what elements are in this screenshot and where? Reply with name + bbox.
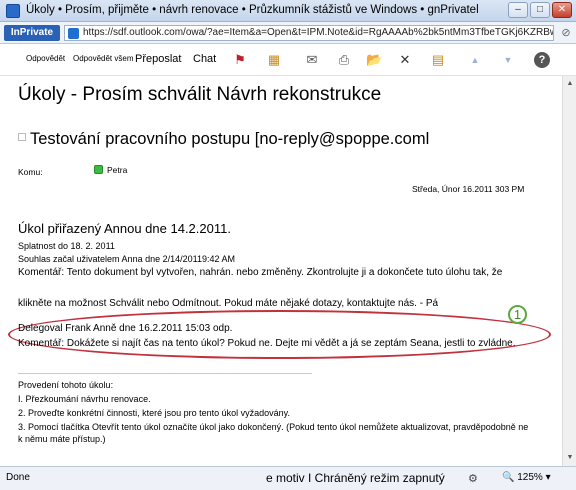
vertical-scrollbar[interactable]: ▲ ▼: [562, 76, 576, 466]
chat-button[interactable]: Chat: [193, 53, 216, 65]
message-pane: Úkoly - Prosím schválit Návrh rekonstruk…: [0, 76, 562, 466]
folder-icon[interactable]: 📂: [366, 52, 382, 68]
reply-all-button[interactable]: Odpovědět všem: [73, 54, 133, 63]
minimize-button[interactable]: –: [508, 2, 528, 18]
delete-icon[interactable]: ✕: [397, 52, 413, 68]
site-favicon-icon: [68, 28, 79, 39]
recipient[interactable]: Petra: [94, 165, 127, 175]
url-field[interactable]: https://sdf.outlook.com/owa/?ae=Item&a=O…: [64, 25, 554, 41]
presence-icon: [94, 165, 103, 174]
callout-badge: 1: [508, 305, 527, 324]
move-icon[interactable]: ✉: [304, 52, 320, 68]
zoom-control[interactable]: 🔍 125% ▾: [502, 472, 551, 483]
to-label: Komu:: [18, 167, 43, 177]
url-text[interactable]: https://sdf.outlook.com/owa/?ae=Item&a=O…: [83, 27, 553, 38]
print-icon[interactable]: ⎙: [336, 52, 352, 68]
window-titlebar: Úkoly • Prosím, přijměte • návrh renovac…: [0, 0, 576, 22]
mail-toolbar: Odpovědět Odpovědět všem Přeposlat Chat …: [0, 44, 576, 76]
next-item-icon[interactable]: ▼: [500, 52, 516, 68]
comment-second: Komentář: Dokážete si najít čas na tento…: [18, 338, 516, 349]
due-date: Splatnost do 18. 2. 2011: [18, 241, 115, 251]
close-button[interactable]: ✕: [552, 2, 572, 18]
task-heading: Úkol přiřazený Annou dne 14.2.2011.: [18, 221, 231, 236]
address-bar: InPrivate https://sdf.outlook.com/owa/?a…: [0, 22, 576, 44]
step-3-continued: k němu máte přístup.): [18, 434, 106, 444]
status-text: Done: [6, 472, 30, 483]
maximize-button[interactable]: □: [530, 2, 550, 18]
recipient-name[interactable]: Petra: [107, 165, 127, 175]
scroll-down-icon[interactable]: ▼: [564, 452, 576, 464]
step-2: 2. Proveďte konkrétní činnosti, které js…: [18, 408, 291, 418]
comment-first-continued: klikněte na možnost Schválit nebo Odmítn…: [18, 298, 439, 309]
step-1: I. Přezkoumání návrhu renovace.: [18, 394, 151, 404]
sent-date: Středa, Únor 16.2011 303 PM: [412, 184, 525, 194]
approval-started: Souhlas začal uživatelem Anna dne 2/14/2…: [18, 254, 235, 264]
divider: [18, 373, 312, 374]
sender-checkbox-icon: [18, 133, 26, 141]
status-bar: Done e motiv I Chráněný režim zapnutý ⚙ …: [0, 466, 576, 490]
reply-button[interactable]: Odpovědět: [26, 54, 65, 63]
compatibility-icon[interactable]: ⊘: [558, 25, 574, 41]
browser-icon: [6, 4, 20, 18]
security-zone: e motiv I Chráněný režim zapnutý: [266, 471, 445, 485]
window-title: Úkoly • Prosím, přijměte • návrh renovac…: [26, 4, 479, 16]
delegation-line: Delegoval Frank Anně dne 16.2.2011 15:03…: [18, 323, 233, 334]
message-subject: Úkoly - Prosím schválit Návrh rekonstruk…: [18, 84, 382, 105]
comment-first: Komentář: Tento dokument byl vytvořen, n…: [18, 267, 503, 278]
settings-icon[interactable]: ⚙: [468, 472, 478, 485]
previous-item-icon[interactable]: ▲: [467, 52, 483, 68]
scroll-up-icon[interactable]: ▲: [564, 78, 576, 90]
forward-button[interactable]: Přeposlat: [135, 53, 181, 65]
flag-icon[interactable]: ⚑: [232, 52, 248, 68]
actions-icon[interactable]: ▤: [430, 52, 446, 68]
steps-title: Provedení tohoto úkolu:: [18, 380, 114, 390]
inprivate-badge: InPrivate: [4, 25, 60, 41]
highlight-ellipse: [8, 310, 551, 359]
message-sender: Testování pracovního postupu [no-reply@s…: [18, 130, 429, 149]
help-icon[interactable]: ?: [534, 52, 550, 68]
step-3: 3. Pomocí tlačítka Otevřít tento úkol oz…: [18, 422, 529, 432]
sender-text: Testování pracovního postupu [no-reply@s…: [30, 130, 430, 148]
categories-icon[interactable]: ▦: [266, 52, 282, 68]
